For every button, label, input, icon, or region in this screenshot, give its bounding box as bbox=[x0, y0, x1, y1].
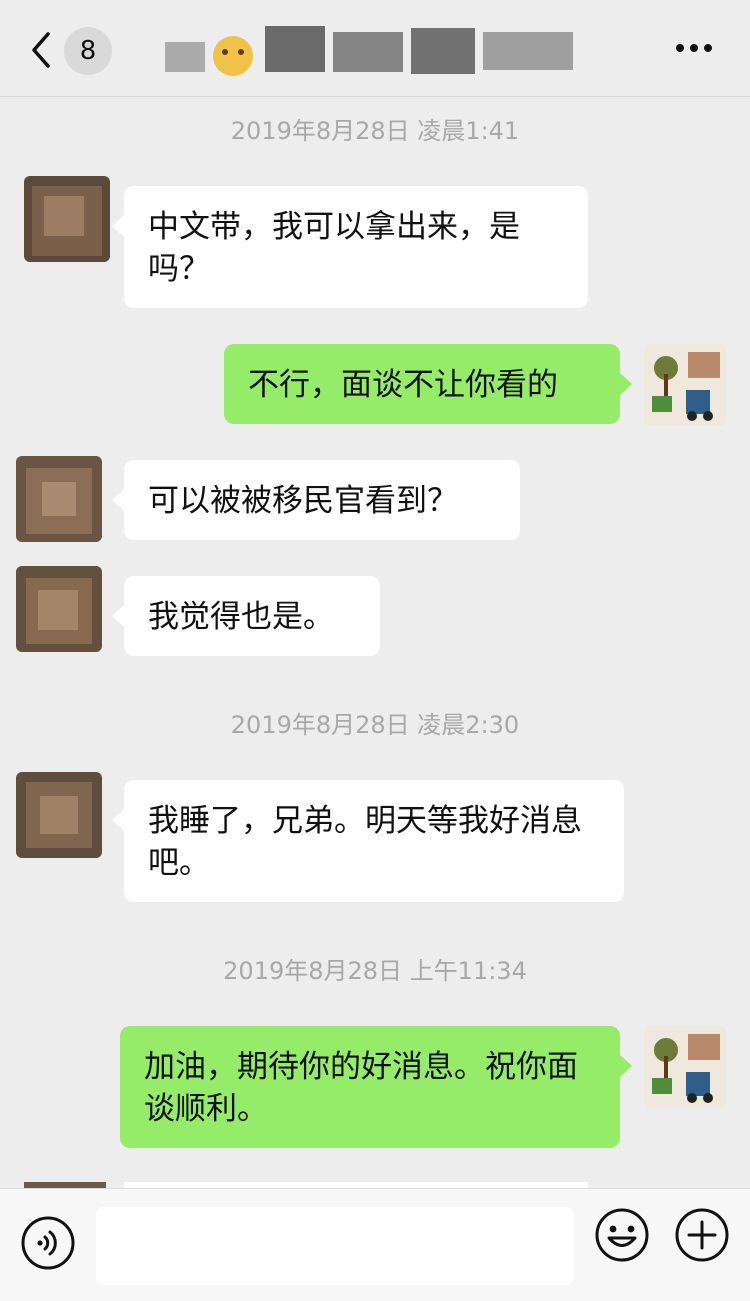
message-bubble-incoming[interactable]: 可以被被移民官看到？ bbox=[112, 460, 520, 540]
timestamp: 2019年8月28日 凌晨1:41 bbox=[230, 117, 520, 145]
message-bubble-incoming[interactable]: 我睡了，兄弟。明天等我好消息吧。 bbox=[112, 780, 624, 902]
contact-avatar[interactable] bbox=[16, 772, 102, 858]
redacted-title bbox=[165, 26, 573, 76]
timestamp: 2019年8月28日 凌晨2:30 bbox=[230, 711, 520, 739]
plus-icon[interactable] bbox=[674, 1207, 730, 1263]
my-avatar[interactable] bbox=[644, 1026, 726, 1108]
contact-avatar[interactable] bbox=[16, 566, 102, 652]
chevron-left-icon[interactable] bbox=[28, 30, 54, 70]
message-bubble-outgoing[interactable]: 不行，面谈不让你看的 bbox=[224, 344, 632, 424]
message-bubble-incoming[interactable]: 中文带，我可以拿出来，是吗？ bbox=[112, 186, 588, 308]
contact-avatar[interactable] bbox=[24, 176, 110, 262]
chat-header: 8 bbox=[0, 0, 750, 97]
timestamp: 2019年8月28日 上午11:34 bbox=[223, 957, 527, 985]
contact-avatar[interactable] bbox=[16, 456, 102, 542]
message-bubble-incoming[interactable]: 我觉得也是。 bbox=[112, 576, 380, 656]
input-bar bbox=[0, 1188, 750, 1301]
voice-icon[interactable] bbox=[20, 1215, 76, 1271]
message-bubble-outgoing[interactable]: 加油，期待你的好消息。祝你面谈顺利。 bbox=[120, 1026, 632, 1148]
unread-count-badge[interactable]: 8 bbox=[64, 27, 112, 75]
chat-title bbox=[165, 18, 585, 78]
emoji-icon[interactable] bbox=[594, 1207, 650, 1263]
message-input[interactable] bbox=[96, 1207, 574, 1285]
more-dots-icon[interactable] bbox=[674, 40, 714, 56]
my-avatar[interactable] bbox=[644, 344, 726, 426]
